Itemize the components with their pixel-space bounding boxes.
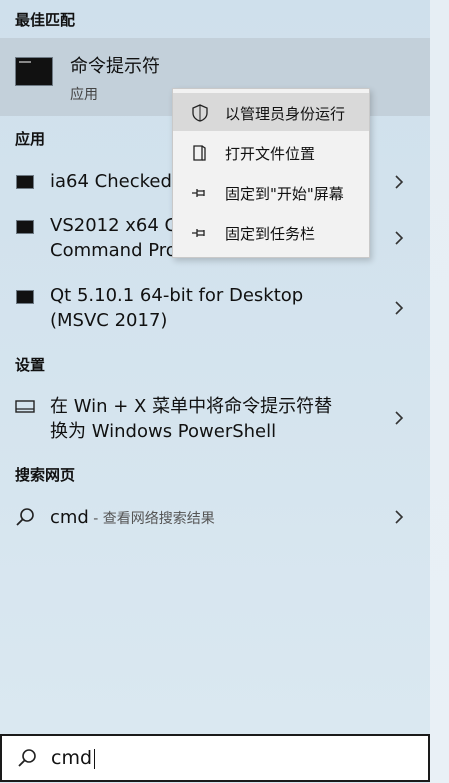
search-input[interactable]: cmd (51, 747, 96, 769)
chevron-right-icon[interactable] (392, 409, 406, 427)
best-match-subtitle: 应用 (70, 87, 98, 103)
web-search-item[interactable]: cmd - 查看网络搜索结果 (0, 498, 430, 538)
menu-item-pin-to-taskbar[interactable]: 固定到任务栏 (173, 213, 369, 251)
menu-item-run-as-admin[interactable]: 以管理员身份运行 (173, 93, 369, 131)
section-apps: 应用 (15, 130, 46, 148)
app-item-label: VS2012 x64 C (50, 215, 178, 236)
search-icon (18, 749, 36, 767)
app-item-label: ia64 Checked (50, 171, 172, 192)
search-box[interactable]: cmd (0, 734, 430, 782)
chevron-right-icon[interactable] (392, 299, 406, 317)
monitor-icon (15, 400, 35, 413)
menu-item-pin-to-start[interactable]: 固定到"开始"屏幕 (173, 173, 369, 211)
folder-location-icon (193, 145, 206, 161)
settings-item-label: 在 Win + X 菜单中将命令提示符替 (50, 396, 333, 417)
app-item-label: Qt 5.10.1 64-bit for Desktop (50, 285, 304, 306)
app-item-qt[interactable]: Qt 5.10.1 64-bit for Desktop (MSVC 2017) (0, 278, 430, 338)
menu-item-label: 固定到任务栏 (225, 225, 316, 243)
section-best-match: 最佳匹配 (15, 11, 76, 29)
app-item-label-line2: Command Pro (50, 240, 177, 261)
search-icon (16, 508, 34, 526)
console-app-icon (16, 220, 34, 234)
settings-item-winx[interactable]: 在 Win + X 菜单中将命令提示符替 换为 Windows PowerShe… (0, 388, 430, 448)
pin-icon (192, 189, 205, 197)
text-caret (94, 748, 96, 769)
section-settings: 设置 (15, 356, 46, 374)
command-prompt-icon (15, 57, 53, 86)
chevron-right-icon[interactable] (392, 173, 406, 191)
menu-item-label: 固定到"开始"屏幕 (225, 185, 344, 203)
console-app-icon (16, 175, 34, 189)
shield-icon (192, 104, 208, 122)
menu-item-open-file-location[interactable]: 打开文件位置 (173, 133, 369, 171)
web-note: - 查看网络搜索结果 (88, 511, 215, 527)
section-web: 搜索网页 (15, 466, 76, 484)
preview-pane-edge (430, 0, 449, 783)
console-app-icon (16, 290, 34, 304)
app-item-label-line2: (MSVC 2017) (50, 310, 168, 331)
menu-item-label: 以管理员身份运行 (225, 105, 346, 123)
search-input-value: cmd (51, 747, 93, 769)
settings-item-label-line2: 换为 Windows PowerShell (50, 421, 277, 442)
chevron-right-icon[interactable] (392, 229, 406, 247)
chevron-right-icon[interactable] (392, 508, 406, 526)
web-query: cmd (50, 507, 89, 528)
menu-item-label: 打开文件位置 (225, 145, 316, 163)
web-search-label: cmd - 查看网络搜索结果 (50, 505, 215, 532)
context-menu: 以管理员身份运行 打开文件位置 固定到"开始"屏幕 固定到任务栏 (172, 88, 370, 258)
pin-icon (192, 229, 205, 237)
best-match-title: 命令提示符 (70, 56, 160, 77)
